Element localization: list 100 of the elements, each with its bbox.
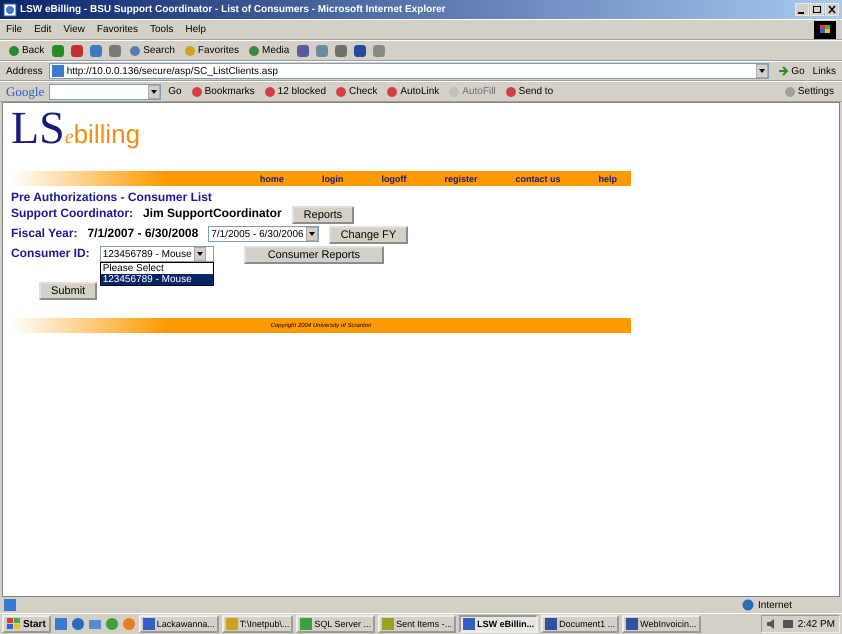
taskbar-button[interactable]: Lackawanna... xyxy=(138,615,219,633)
nav-link[interactable]: home xyxy=(222,174,284,184)
field-label: Fiscal Year: xyxy=(11,226,78,240)
windows-logo-icon xyxy=(814,20,836,38)
app-icon xyxy=(382,618,394,630)
round-icon xyxy=(129,44,142,56)
dropdown-arrow-icon[interactable] xyxy=(756,64,768,78)
google-toolbar-button[interactable]: 12 blocked xyxy=(262,86,328,98)
round-icon xyxy=(248,44,260,56)
nav-link[interactable]: login xyxy=(284,174,344,184)
toolbar-button[interactable]: Back xyxy=(6,44,46,56)
quick-launch-icon[interactable] xyxy=(54,617,68,631)
zone-label: Internet xyxy=(758,600,793,610)
taskbar-button[interactable]: WebInvoicin... xyxy=(622,615,701,633)
toolbar-icon[interactable] xyxy=(89,44,104,58)
menu-item[interactable]: Favorites xyxy=(96,24,138,35)
settings-button[interactable]: Settings xyxy=(782,86,836,98)
fiscal-year-value: 7/1/2007 - 6/30/2008 xyxy=(88,226,198,240)
toolbar-icon[interactable] xyxy=(372,44,386,58)
globe-icon xyxy=(742,599,754,611)
round-icon xyxy=(184,44,196,56)
google-toolbar-button[interactable]: AutoLink xyxy=(384,86,442,98)
dropdown-option[interactable]: Please Select xyxy=(100,263,213,274)
taskbar-button[interactable]: Sent Items -... xyxy=(378,615,456,633)
field-label: Support Coordinator: xyxy=(11,206,133,220)
taskbar-button[interactable]: LSW eBillin... xyxy=(459,615,538,633)
toolbar-button[interactable]: Favorites xyxy=(182,44,242,56)
app-icon xyxy=(142,618,155,630)
toolbar-icon[interactable] xyxy=(315,44,330,58)
menu-item[interactable]: Edit xyxy=(34,24,52,35)
browser-icon xyxy=(3,2,17,16)
nav-link[interactable]: register xyxy=(406,174,478,184)
app-icon xyxy=(226,618,238,630)
close-button[interactable] xyxy=(825,3,839,16)
taskbar-button[interactable]: T:\Inetpub\... xyxy=(222,615,294,633)
quick-launch-icon[interactable] xyxy=(88,617,102,631)
toolbar-icon[interactable] xyxy=(296,44,310,58)
google-toolbar-button[interactable]: Check xyxy=(333,86,380,98)
nav-link[interactable]: help xyxy=(560,174,617,184)
minimize-button[interactable] xyxy=(795,3,809,16)
fiscal-year-select[interactable]: 7/1/2005 - 6/30/2006 xyxy=(208,226,319,242)
toolbar-icon[interactable] xyxy=(108,44,122,58)
submit-button[interactable]: Submit xyxy=(39,282,98,300)
go-button[interactable]: Go xyxy=(775,65,807,77)
toolbar-icon[interactable] xyxy=(70,44,84,58)
nav-link[interactable]: contact us xyxy=(477,174,560,184)
google-logo: Google xyxy=(6,84,44,100)
address-field[interactable]: http://10.0.0.136/secure/asp/SC_ListClients.asp xyxy=(48,63,770,79)
page-heading: Pre Authorizations - Consumer List xyxy=(11,190,213,204)
toolbar-icon[interactable] xyxy=(353,44,368,58)
app-icon xyxy=(463,618,476,630)
coordinator-name: Jim SupportCoordinator xyxy=(142,206,282,220)
maximize-button[interactable] xyxy=(810,3,824,16)
toolbar-icon[interactable] xyxy=(51,44,66,58)
consumer-select[interactable]: 123456789 - Mouse xyxy=(100,246,214,262)
address-label: Address xyxy=(6,66,43,76)
field-label: Consumer ID: xyxy=(11,246,90,260)
round-icon xyxy=(8,44,20,56)
taskbar-button[interactable]: SQL Server ... xyxy=(296,615,376,633)
menu-item[interactable]: Tools xyxy=(150,24,174,35)
window-title: LSW eBilling - BSU Support Coordinator - List of Consumers - Microsoft Internet Explorer xyxy=(20,4,446,15)
nav-link[interactable]: logoff xyxy=(343,174,406,184)
app-icon xyxy=(300,618,312,630)
round-icon xyxy=(386,86,398,98)
app-icon xyxy=(626,618,638,630)
dropdown-arrow-icon[interactable] xyxy=(306,227,318,241)
round-icon xyxy=(264,86,276,98)
network-icon[interactable] xyxy=(782,618,794,630)
go-button[interactable]: Go xyxy=(166,86,184,97)
toolbar-icon[interactable] xyxy=(334,44,348,58)
round-icon xyxy=(784,86,796,98)
toolbar-button[interactable]: Search xyxy=(127,44,177,56)
reports-button[interactable]: Reports xyxy=(292,206,354,224)
google-toolbar-button[interactable]: Send to xyxy=(502,86,556,98)
clock: 2:42 PM xyxy=(798,618,835,630)
page-icon xyxy=(4,599,16,611)
round-icon xyxy=(190,86,203,98)
toolbar-button[interactable]: Media xyxy=(246,44,292,56)
quick-launch-icon[interactable] xyxy=(104,617,119,631)
quick-launch-icon[interactable] xyxy=(122,617,136,631)
arrow-icon xyxy=(777,65,790,77)
menu-item[interactable]: View xyxy=(63,24,85,35)
google-search-field[interactable] xyxy=(49,84,162,100)
windows-logo-icon xyxy=(7,618,21,630)
dropdown-option[interactable]: 123456789 - Mouse xyxy=(100,274,213,285)
consumer-reports-button[interactable]: Consumer Reports xyxy=(244,246,384,264)
dropdown-arrow-icon[interactable] xyxy=(194,247,206,261)
links-label[interactable]: Links xyxy=(812,66,836,76)
app-icon xyxy=(545,618,558,630)
change-fy-button[interactable]: Change FY xyxy=(328,226,408,244)
menu-item[interactable]: File xyxy=(6,24,22,35)
start-button[interactable]: Start xyxy=(2,615,51,633)
google-toolbar-button[interactable]: Bookmarks xyxy=(188,86,257,98)
taskbar-button[interactable]: Document1 ... xyxy=(541,615,620,633)
dropdown-arrow-icon[interactable] xyxy=(148,84,160,98)
site-logo: LSebilling xyxy=(11,105,140,151)
menu-item[interactable]: Help xyxy=(185,24,206,35)
round-icon xyxy=(335,86,348,98)
round-icon xyxy=(504,86,517,98)
quick-launch-icon[interactable] xyxy=(70,617,85,631)
